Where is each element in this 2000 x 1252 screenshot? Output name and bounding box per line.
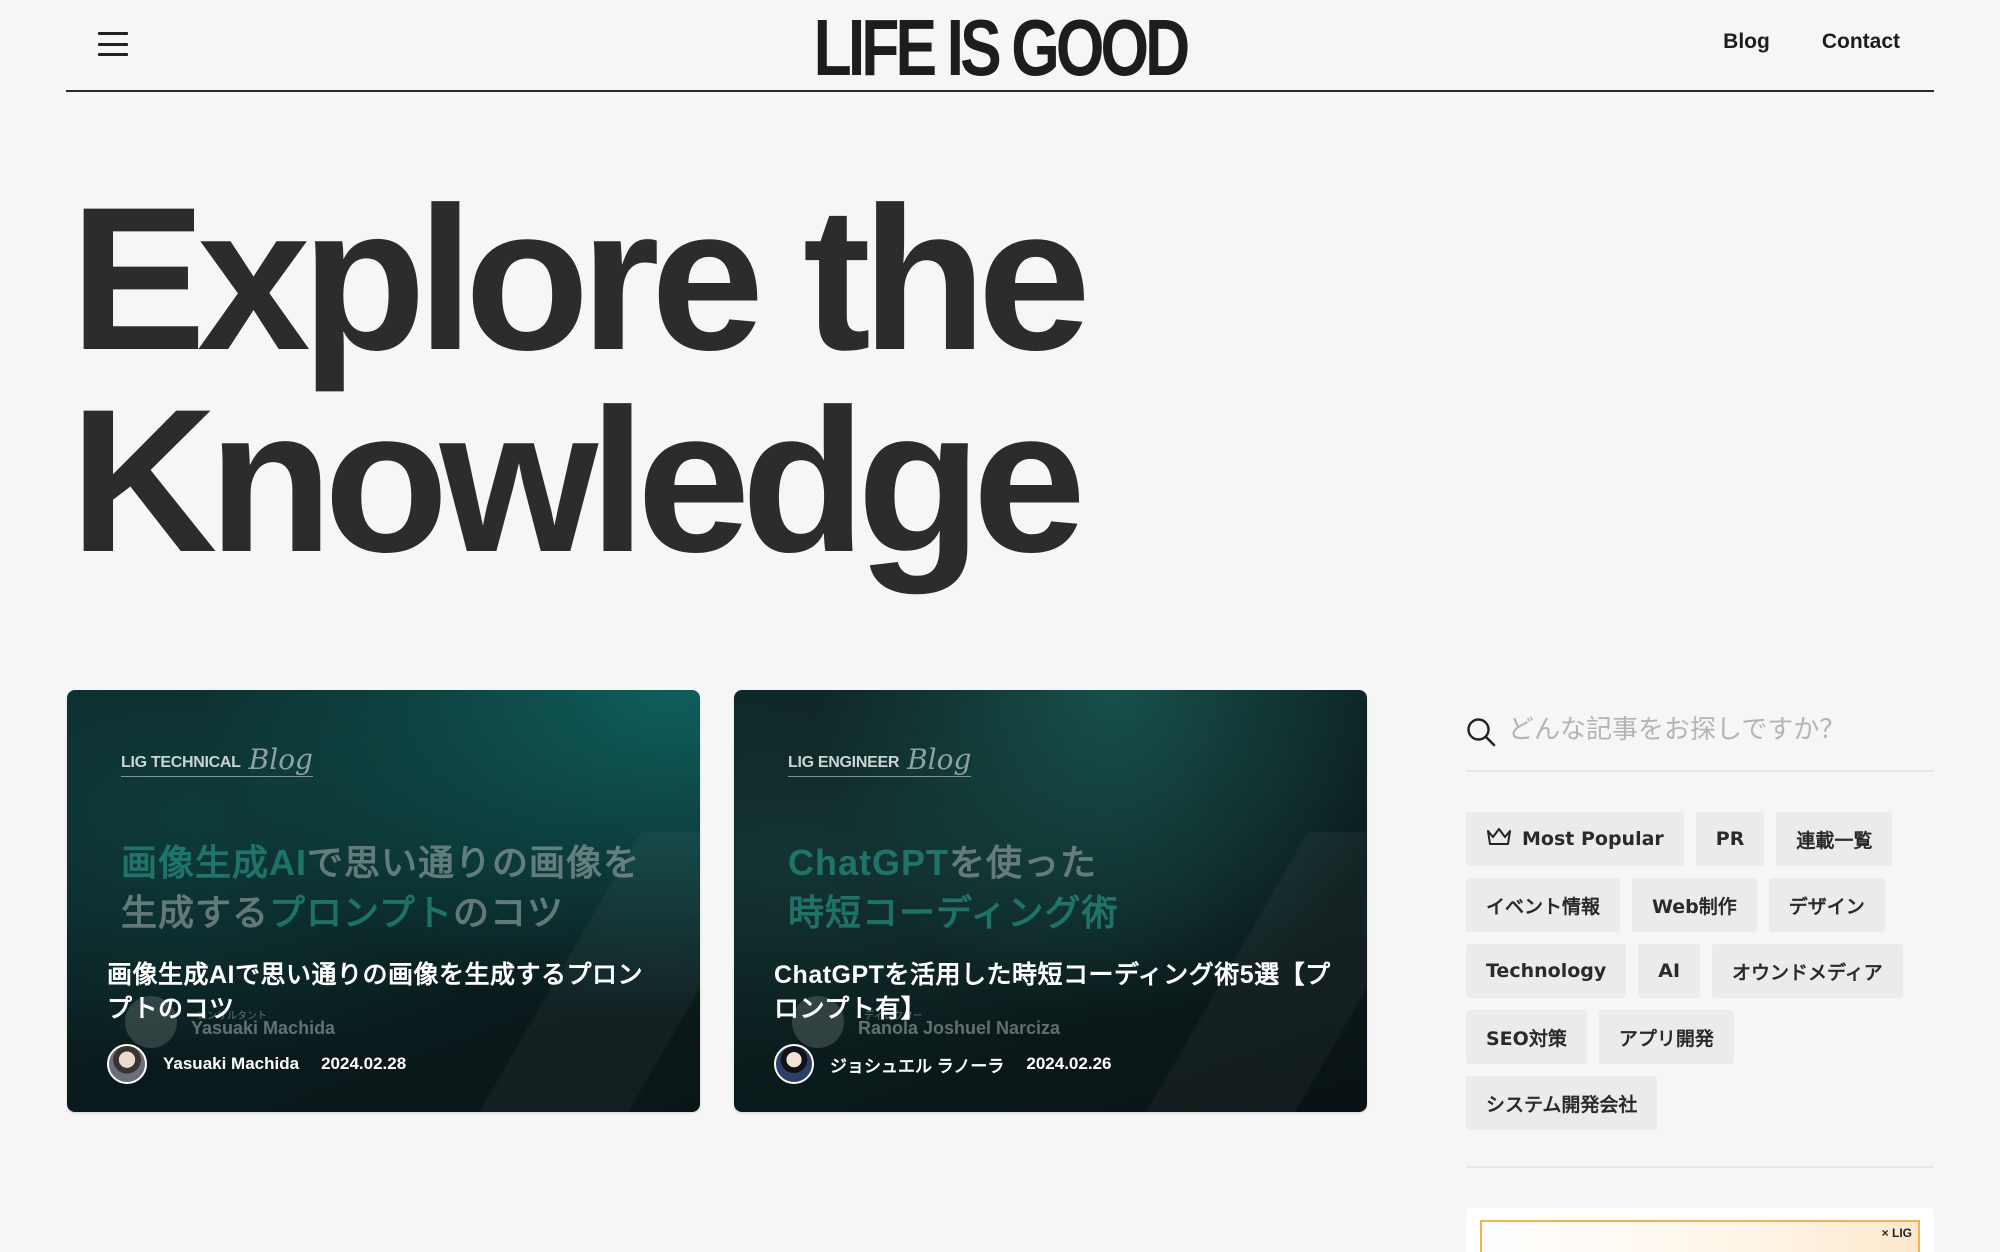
tag-ai[interactable]: AI: [1638, 944, 1701, 998]
card-author: ジョシュエル ラノーラ: [830, 1056, 1005, 1076]
card-title[interactable]: ChatGPTを活用した時短コーディング術5選【プロンプト有】: [774, 958, 1334, 1026]
headline-highlight: 時短コーディング術: [788, 892, 1119, 933]
search-bar[interactable]: [1466, 690, 1934, 772]
article-card[interactable]: LIG ENGINEER Blog ChatGPTを使った 時短コーディング術 …: [734, 690, 1367, 1112]
card-date: 2024.02.26: [1026, 1054, 1112, 1073]
tag-label: SEO対策: [1486, 1027, 1567, 1050]
tag-label: Web制作: [1652, 895, 1737, 918]
card-date: 2024.02.28: [321, 1054, 407, 1073]
tag-technology[interactable]: Technology: [1466, 944, 1627, 998]
tag-most-popular[interactable]: Most Popular: [1466, 812, 1684, 866]
card-brand-script: Blog: [248, 743, 313, 776]
search-input[interactable]: [1508, 715, 1934, 745]
tag-design[interactable]: デザイン: [1768, 878, 1885, 932]
headline-highlight: ChatGPT: [788, 842, 950, 883]
card-brand-label: LIG ENGINEER: [788, 754, 900, 771]
card-meta: ジョシュエル ラノーラ 2024.02.26: [774, 1044, 1111, 1084]
headline-text: を使った: [949, 842, 1098, 883]
ad-banner[interactable]: × LIG: [1466, 1208, 1934, 1252]
category-tags: Most Popular PR 連載一覧 イベント情報 Web制作 デザイン T…: [1466, 812, 1934, 1130]
search-icon[interactable]: [1466, 717, 1496, 747]
author-avatar: [774, 1044, 814, 1084]
headline-text: のコツ: [452, 892, 564, 933]
hero-line-1: Explore the: [70, 165, 1091, 393]
tag-web-production[interactable]: Web制作: [1632, 878, 1757, 932]
tag-series[interactable]: 連載一覧: [1776, 812, 1893, 866]
crown-icon: [1486, 827, 1512, 852]
card-thumbnail-headline: ChatGPTを使った 時短コーディング術: [788, 838, 1328, 938]
tag-label: PR: [1715, 828, 1745, 850]
author-avatar: [107, 1044, 147, 1084]
sidebar-divider: [1466, 1166, 1934, 1168]
site-header: LIFE IS GOOD Blog Contact: [66, 0, 1934, 92]
tag-system-development[interactable]: システム開発会社: [1466, 1076, 1658, 1130]
headline-text: 生成する: [121, 892, 270, 933]
tag-label: 連載一覧: [1796, 829, 1873, 852]
hero-heading: Explore the Knowledge: [70, 165, 1270, 595]
tag-label: システム開発会社: [1486, 1093, 1638, 1116]
tag-app-development[interactable]: アプリ開発: [1598, 1010, 1734, 1064]
hero-line-2: Knowledge: [70, 367, 1086, 595]
tag-seo[interactable]: SEO対策: [1466, 1010, 1587, 1064]
nav-contact-link[interactable]: Contact: [1822, 30, 1900, 54]
tag-label: Most Popular: [1522, 828, 1664, 850]
card-brand-label: LIG TECHNICAL: [121, 754, 241, 771]
tag-label: アプリ開発: [1618, 1027, 1714, 1050]
tag-events[interactable]: イベント情報: [1466, 878, 1621, 932]
headline-highlight: 画像生成AI: [121, 842, 308, 883]
tag-label: Technology: [1486, 960, 1607, 982]
card-brand: LIG TECHNICAL Blog: [121, 743, 313, 777]
hamburger-menu-icon[interactable]: [98, 32, 128, 56]
card-author: Yasuaki Machida: [163, 1054, 300, 1073]
card-brand: LIG ENGINEER Blog: [788, 743, 972, 777]
tag-label: デザイン: [1788, 895, 1865, 918]
card-thumbnail-headline: 画像生成AIで思い通りの画像を 生成するプロンプトのコツ: [121, 838, 661, 938]
card-brand-script: Blog: [907, 743, 972, 776]
card-title[interactable]: 画像生成AIで思い通りの画像を生成するプロンプトのコツ: [107, 958, 667, 1026]
nav-blog-link[interactable]: Blog: [1723, 30, 1770, 54]
tag-pr[interactable]: PR: [1695, 812, 1765, 866]
tag-label: オウンドメディア: [1732, 961, 1883, 984]
headline-highlight: プロンプト: [269, 892, 453, 933]
card-meta: Yasuaki Machida 2024.02.28: [107, 1044, 406, 1084]
tag-label: AI: [1658, 960, 1681, 982]
ad-banner-frame: [1480, 1220, 1920, 1252]
main-nav: Blog Contact: [1723, 30, 1900, 54]
ad-logos: × LIG: [1881, 1226, 1912, 1240]
article-card[interactable]: LIG TECHNICAL Blog 画像生成AIで思い通りの画像を 生成するプ…: [67, 690, 700, 1112]
tag-label: イベント情報: [1486, 895, 1601, 918]
tag-owned-media[interactable]: オウンドメディア: [1712, 944, 1903, 998]
headline-text: で思い通りの画像を: [307, 842, 641, 883]
site-logo[interactable]: LIFE IS GOOD: [814, 8, 1191, 88]
